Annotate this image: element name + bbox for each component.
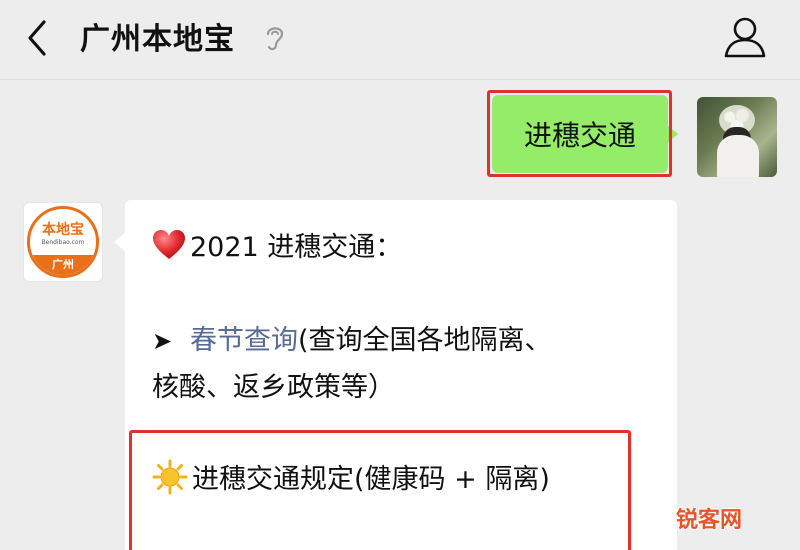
sun-icon <box>152 459 188 495</box>
bot-avatar[interactable]: 本地宝 Bendibao.com 广州 <box>23 202 103 282</box>
arrow-right-icon: ➤ <box>152 327 173 355</box>
ear-icon <box>266 27 284 51</box>
profile-button[interactable] <box>720 12 770 62</box>
message-line-rules: 进穗交通规定(健康码 + 隔离) <box>152 457 550 496</box>
person-icon <box>724 17 766 58</box>
rules-text[interactable]: 进穗交通规定(健康码 + 隔离) <box>192 464 550 495</box>
avatar-person <box>717 135 759 177</box>
heading-text: 2021 进穗交通： <box>190 232 403 263</box>
message-line-heading: 2021 进穗交通： <box>152 225 402 264</box>
chat-title: 广州本地宝 <box>80 22 235 57</box>
chat-header: 广州本地宝 <box>0 0 800 80</box>
logo-city: 广州 <box>30 255 96 275</box>
query-description-cont: 核酸、返乡政策等） <box>152 372 395 403</box>
back-button[interactable] <box>22 16 58 60</box>
bendibao-logo: 本地宝 Bendibao.com 广州 <box>27 206 99 278</box>
spring-query-link[interactable]: 春节查询 <box>190 325 298 356</box>
logo-text: 本地宝 <box>42 222 84 238</box>
watermark: 锐客网 <box>676 508 743 533</box>
logo-subtext: Bendibao.com <box>41 239 85 246</box>
heart-icon <box>153 230 185 259</box>
message-line-query-cont: 核酸、返乡政策等） <box>152 365 395 404</box>
user-avatar[interactable] <box>697 97 777 177</box>
query-description: (查询全国各地隔离、 <box>298 325 552 356</box>
outgoing-message-highlight <box>487 90 672 177</box>
chevron-left-icon <box>28 20 46 56</box>
message-line-query: ➤ 春节查询(查询全国各地隔离、 <box>152 318 552 357</box>
incoming-bubble-tail <box>114 232 126 252</box>
